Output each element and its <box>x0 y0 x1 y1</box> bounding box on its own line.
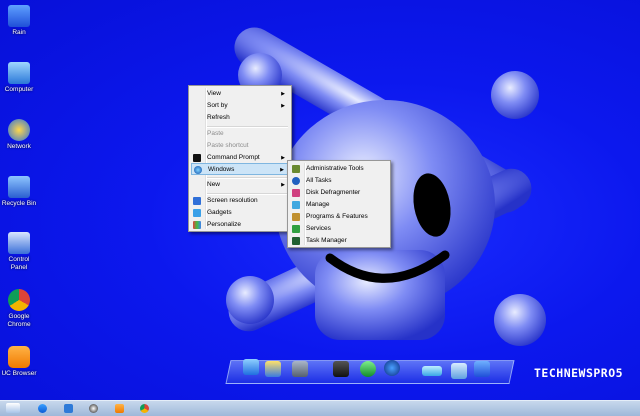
menu-item-windows[interactable]: Windows ▶ <box>191 163 289 175</box>
gadgets-icon <box>193 209 201 217</box>
taskbar-explorer-icon[interactable] <box>64 404 73 413</box>
watermark: TECHNEWSPRO5 <box>534 366 624 380</box>
taskbar-uc-browser-icon[interactable] <box>115 404 124 413</box>
submenu-item-programs-features[interactable]: Programs & Features <box>290 211 388 223</box>
submenu-arrow-icon: ▶ <box>280 167 284 173</box>
submenu-item-administrative-tools[interactable]: Administrative Tools <box>290 163 388 175</box>
submenu-item-all-tasks[interactable]: All Tasks <box>290 175 388 187</box>
submenu-item-task-manager[interactable]: Task Manager <box>290 235 388 246</box>
computer-icon <box>8 62 30 84</box>
submenu-item-services[interactable]: Services <box>290 223 388 235</box>
taskbar-chrome-icon[interactable] <box>140 404 149 413</box>
desktop-context-menu: View ▶ Sort by ▶ Refresh Paste Paste short… <box>188 85 292 232</box>
services-icon <box>292 225 300 233</box>
taskbar <box>0 400 640 416</box>
dock-download-icon[interactable] <box>360 361 376 377</box>
menu-item-personalize[interactable]: Personalize <box>191 219 289 231</box>
submenu-arrow-icon: ▶ <box>281 182 285 188</box>
rain-folder-icon <box>8 5 30 27</box>
dock-network-icon[interactable] <box>265 361 281 377</box>
dock-folder-icon[interactable] <box>451 363 467 379</box>
dock-joystick-icon[interactable] <box>333 361 349 377</box>
uc-browser-icon <box>8 346 30 368</box>
dock-drive-icon[interactable] <box>422 366 442 376</box>
submenu-item-manage[interactable]: Manage <box>290 199 388 211</box>
cmd-icon <box>193 154 201 162</box>
recycle-bin-icon <box>8 176 30 198</box>
menu-item-paste-shortcut[interactable]: Paste shortcut <box>191 140 289 152</box>
submenu-arrow-icon: ▶ <box>281 103 285 109</box>
submenu-arrow-icon: ▶ <box>281 91 285 97</box>
desktop-icon-uc-browser[interactable]: UC Browser <box>0 346 38 378</box>
personalize-icon <box>193 221 201 229</box>
desktop-icon-computer[interactable]: Computer <box>0 62 38 94</box>
chrome-icon <box>8 289 30 311</box>
windows-submenu: Administrative Tools All Tasks Disk Defr… <box>287 160 391 248</box>
submenu-item-disk-defragmenter[interactable]: Disk Defragmenter <box>290 187 388 199</box>
dock-computer-icon[interactable] <box>243 359 259 375</box>
desktop-icon-rain[interactable]: Rain <box>0 5 38 37</box>
desktop[interactable]: Rain Computer Network Recycle Bin Contro… <box>0 0 640 400</box>
network-icon <box>8 119 30 141</box>
desktop-icon-recycle-bin[interactable]: Recycle Bin <box>0 176 38 208</box>
dock-help-icon[interactable] <box>384 360 400 376</box>
desktop-icon-control-panel[interactable]: Control Panel <box>0 232 38 272</box>
all-tasks-icon <box>292 177 300 185</box>
desktop-icon-network[interactable]: Network <box>0 119 38 151</box>
desktop-icon-google-chrome[interactable]: Google Chrome <box>0 289 38 329</box>
programs-features-icon <box>292 213 300 221</box>
windows-icon <box>194 166 202 174</box>
task-manager-icon <box>292 237 300 245</box>
menu-item-new[interactable]: New ▶ <box>191 179 289 191</box>
disk-defrag-icon <box>292 189 300 197</box>
menu-item-sort-by[interactable]: Sort by ▶ <box>191 100 289 112</box>
menu-item-refresh[interactable]: Refresh <box>191 112 289 124</box>
dock-recycle-icon[interactable] <box>474 361 490 377</box>
menu-item-gadgets[interactable]: Gadgets <box>191 207 289 219</box>
menu-item-view[interactable]: View ▶ <box>191 88 289 100</box>
screen-resolution-icon <box>193 197 201 205</box>
dock-calculator-icon[interactable] <box>292 361 308 377</box>
menu-item-paste[interactable]: Paste <box>191 128 289 140</box>
taskbar-media-player-icon[interactable] <box>89 404 98 413</box>
manage-icon <box>292 201 300 209</box>
taskbar-ie-icon[interactable] <box>38 404 47 413</box>
control-panel-icon <box>8 232 30 254</box>
start-button[interactable] <box>6 403 20 413</box>
admin-tools-icon <box>292 165 300 173</box>
menu-item-screen-resolution[interactable]: Screen resolution <box>191 195 289 207</box>
